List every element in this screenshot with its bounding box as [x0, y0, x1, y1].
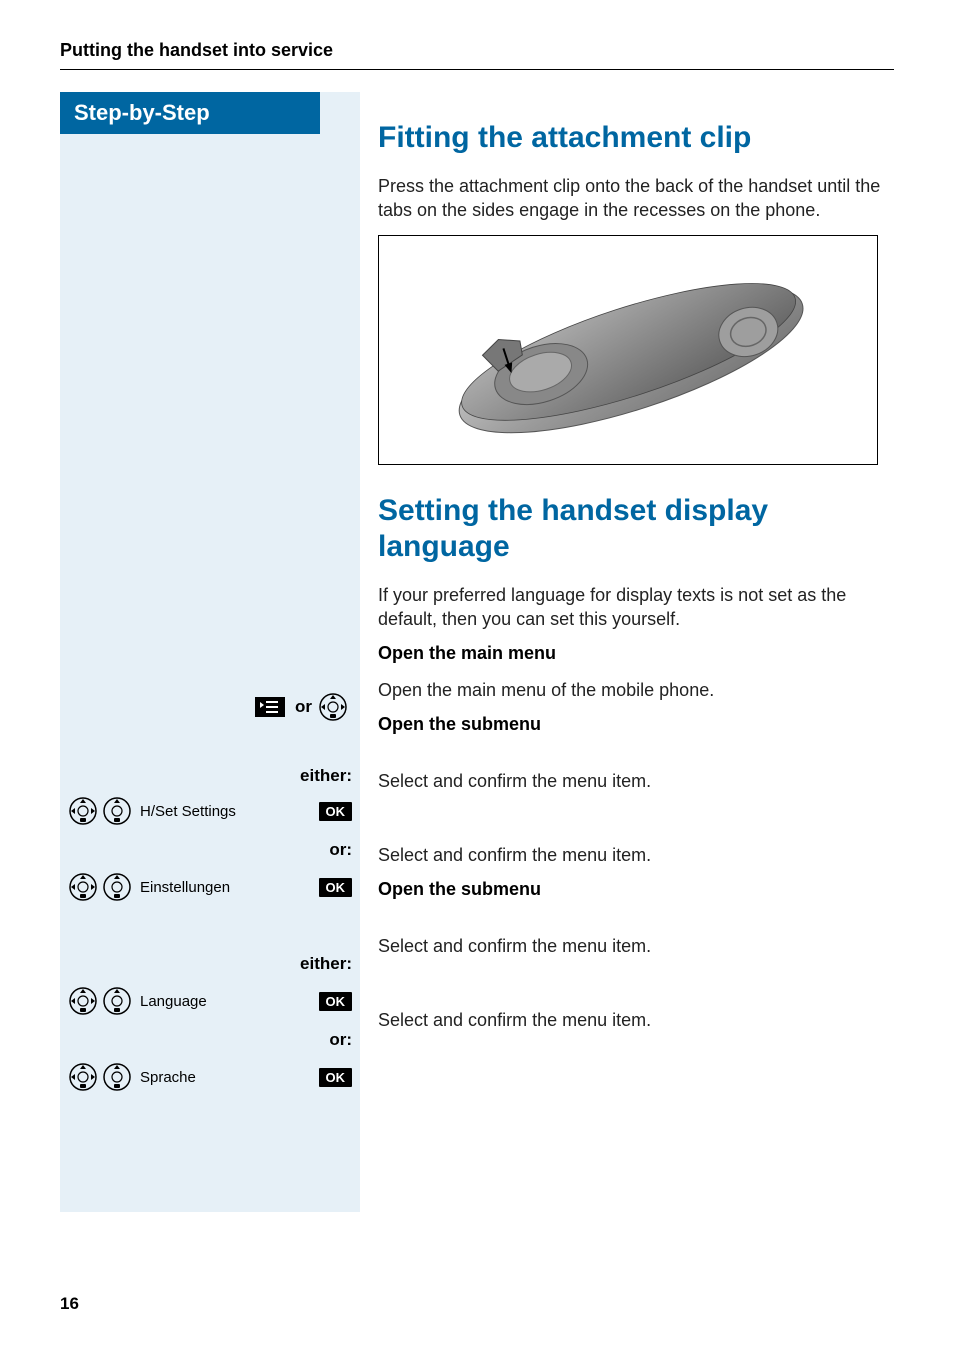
clip-body: Press the attachment clip onto the back … — [378, 174, 894, 223]
menu-item-label: Einstellungen — [136, 879, 309, 896]
select-confirm-3: Select and confirm the menu item. — [378, 928, 894, 964]
select-confirm-1: Select and confirm the menu item. — [378, 763, 894, 799]
open-main-menu-icons: or — [60, 688, 360, 726]
main-content: Fitting the attachment clip Press the at… — [360, 92, 894, 1212]
nav-pad-icon — [102, 872, 132, 902]
sidebar-title: Step-by-Step — [60, 92, 320, 134]
sidebar: Step-by-Step or either: — [60, 92, 360, 1212]
section-heading-clip: Fitting the attachment clip — [378, 120, 894, 156]
or-label: or: — [329, 840, 352, 860]
ok-badge: OK — [319, 992, 353, 1011]
nav-pad-icon — [68, 1062, 98, 1092]
open-main-heading: Open the main menu — [378, 643, 894, 664]
nav-pad-icon — [68, 986, 98, 1016]
menu-item-label: Language — [136, 993, 309, 1010]
ok-badge: OK — [319, 1068, 353, 1087]
open-sub-heading: Open the submenu — [378, 714, 894, 735]
open-main-text: Open the main menu of the mobile phone. — [378, 672, 894, 708]
section-heading-language: Setting the handset display language — [378, 493, 894, 565]
menu-row-hset: H/Set Settings OK — [60, 792, 360, 830]
page-header: Putting the handset into service — [60, 40, 894, 70]
handset-figure — [378, 235, 878, 465]
language-body: If your preferred language for display t… — [378, 583, 894, 632]
menu-row-sprache: Sprache OK — [60, 1058, 360, 1096]
menu-item-label: H/Set Settings — [136, 803, 309, 820]
nav-pad-icon — [102, 986, 132, 1016]
nav-pad-icon — [102, 796, 132, 826]
open-sub-heading-2: Open the submenu — [378, 879, 894, 900]
select-confirm-4: Select and confirm the menu item. — [378, 1002, 894, 1038]
nav-pad-icon — [318, 692, 348, 722]
ok-badge: OK — [319, 802, 353, 821]
nav-pad-icon — [68, 796, 98, 826]
menu-icon — [255, 697, 285, 717]
menu-row-language: Language OK — [60, 982, 360, 1020]
menu-row-einstellungen: Einstellungen OK — [60, 868, 360, 906]
select-confirm-2: Select and confirm the menu item. — [378, 837, 894, 873]
either-label: either: — [300, 766, 352, 786]
ok-badge: OK — [319, 878, 353, 897]
or-label: or — [295, 697, 312, 717]
nav-pad-icon — [68, 872, 98, 902]
or-label: or: — [329, 1030, 352, 1050]
nav-pad-icon — [102, 1062, 132, 1092]
page-number: 16 — [60, 1294, 79, 1314]
either-label: either: — [300, 954, 352, 974]
menu-item-label: Sprache — [136, 1069, 309, 1086]
